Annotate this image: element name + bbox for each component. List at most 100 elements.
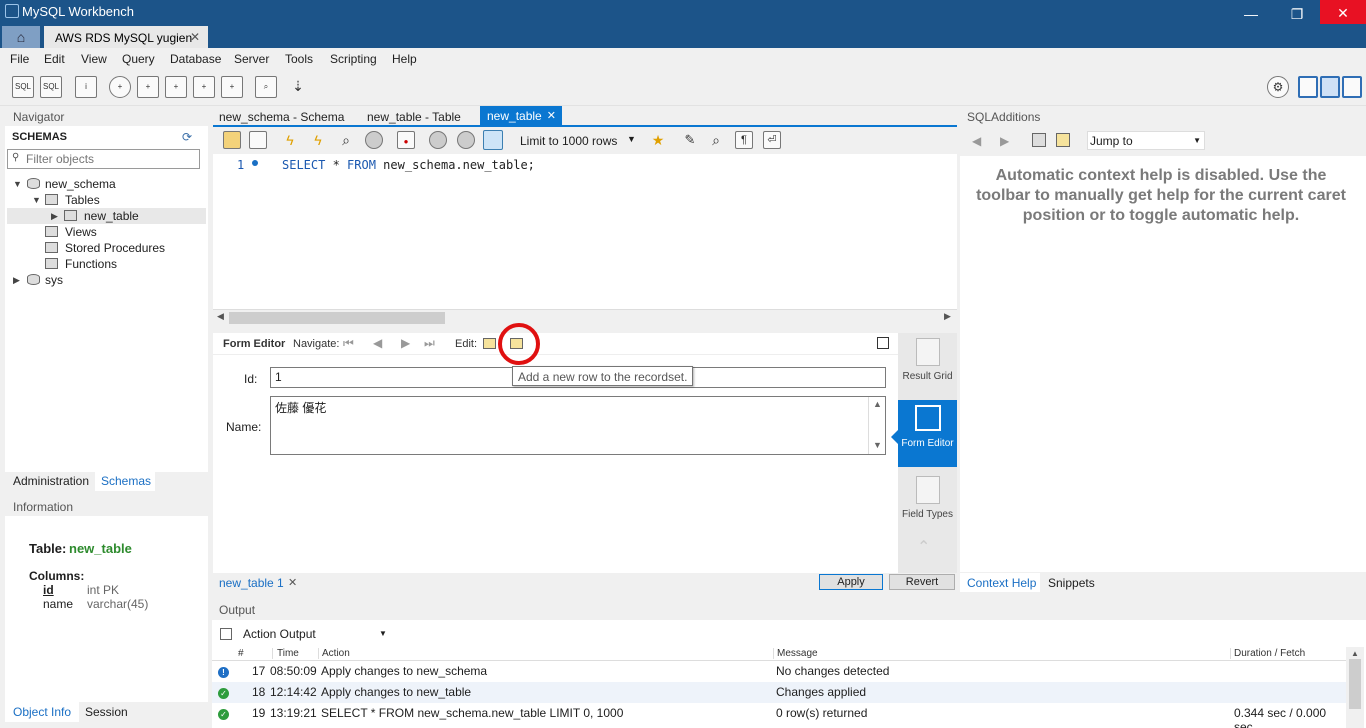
delete-row-icon[interactable] [483, 338, 496, 349]
home-tab-icon[interactable]: ⌂ [2, 26, 40, 48]
tree-stored-procedures[interactable]: Stored Procedures [65, 241, 165, 255]
output-vertical-scrollbar[interactable]: ▲ [1346, 647, 1364, 728]
inspector-icon[interactable]: i [75, 76, 97, 98]
menu-help[interactable]: Help [392, 52, 417, 66]
table-row[interactable]: ✓ 18 12:14:42 Apply changes to new_table… [212, 682, 1346, 703]
jump-to-select[interactable]: Jump to ▼ [1087, 131, 1205, 150]
first-record-icon[interactable]: ⏮ [343, 336, 354, 351]
scroll-down-icon[interactable]: ▼ [873, 440, 882, 450]
reconnect-icon[interactable]: ⇣ [287, 76, 309, 98]
close-tab-icon[interactable]: ✕ [190, 30, 200, 44]
result-grid-button[interactable]: Result Grid [898, 333, 957, 399]
create-schema-icon[interactable]: + [109, 76, 131, 98]
forward-icon[interactable]: ▶ [1000, 134, 1009, 148]
next-record-icon[interactable]: ▶ [401, 336, 410, 350]
execute-current-icon[interactable]: ϟ [309, 131, 327, 149]
autocommit-toggle-icon[interactable] [483, 130, 503, 150]
tree-views[interactable]: Views [65, 225, 97, 239]
commit-icon[interactable] [429, 131, 447, 149]
close-tab-icon[interactable]: ✕ [547, 109, 556, 122]
expand-schema-chevron-icon[interactable]: ▼ [13, 179, 22, 189]
filter-objects-input[interactable] [26, 151, 196, 167]
output-type-select[interactable]: Action Output ▼ [240, 624, 388, 643]
previous-record-icon[interactable]: ◀ [373, 336, 382, 350]
save-icon[interactable] [249, 131, 267, 149]
create-table-icon[interactable]: + [137, 76, 159, 98]
scrollbar-thumb[interactable] [229, 312, 445, 324]
name-field[interactable]: 佐藤 優花 ▲ ▼ [270, 396, 886, 455]
tree-functions[interactable]: Functions [65, 257, 117, 271]
tab-snippets[interactable]: Snippets [1048, 576, 1095, 590]
invisible-chars-icon[interactable]: ¶ [735, 131, 753, 149]
tree-tables[interactable]: Tables [65, 193, 100, 207]
tree-schema-sys[interactable]: sys [45, 273, 63, 287]
toggle-output-icon[interactable] [1320, 76, 1340, 98]
toggle-secondary-sidebar-icon[interactable] [1342, 76, 1362, 98]
tree-schema-new-schema[interactable]: new_schema [45, 177, 116, 191]
stop-icon[interactable] [365, 131, 383, 149]
scroll-right-icon[interactable]: ▶ [944, 311, 951, 322]
add-snippet-star-icon[interactable]: ★ [649, 131, 667, 149]
menu-file[interactable]: File [10, 52, 29, 66]
tab-session[interactable]: Session [85, 705, 128, 719]
create-view-icon[interactable]: + [165, 76, 187, 98]
open-sql-script-icon[interactable]: SQL [40, 76, 62, 98]
last-record-icon[interactable]: ⏭ [424, 336, 435, 351]
preferences-gear-icon[interactable]: ⚙ [1267, 76, 1289, 98]
menu-database[interactable]: Database [170, 52, 221, 66]
scroll-up-icon[interactable]: ▲ [1351, 649, 1359, 658]
tab-new-table-table[interactable]: new_table - Table [367, 106, 461, 127]
refresh-schemas-icon[interactable]: ⟳ [182, 130, 192, 144]
find-icon[interactable]: ⌕ [707, 131, 725, 149]
menu-query[interactable]: Query [122, 52, 155, 66]
expand-table-chevron-icon[interactable]: ▶ [51, 211, 58, 222]
tab-context-help[interactable]: Context Help [967, 576, 1036, 590]
scrollbar-thumb[interactable] [1349, 659, 1361, 709]
limit-dropdown-chevron-icon[interactable]: ▼ [627, 134, 636, 144]
tab-new-table-query[interactable]: new_table ✕ [480, 106, 562, 127]
menu-edit[interactable]: Edit [44, 52, 65, 66]
sql-editor[interactable] [213, 154, 957, 309]
tab-administration[interactable]: Administration [13, 474, 89, 488]
sql-statement[interactable]: SELECT * FROM new_schema.new_table; [282, 158, 535, 172]
create-procedure-icon[interactable]: + [193, 76, 215, 98]
name-field-scrollbar[interactable]: ▲ ▼ [868, 397, 885, 454]
copy-output-icon[interactable] [220, 628, 232, 640]
menu-scripting[interactable]: Scripting [330, 52, 377, 66]
expand-sys-chevron-icon[interactable]: ▶ [13, 275, 20, 286]
scroll-left-icon[interactable]: ◀ [217, 311, 224, 322]
tab-object-info[interactable]: Object Info [13, 705, 71, 719]
tab-new-schema-schema[interactable]: new_schema - Schema [219, 106, 344, 127]
menu-tools[interactable]: Tools [285, 52, 313, 66]
scroll-up-icon[interactable]: ▲ [873, 399, 882, 409]
limit-rows-select[interactable]: Limit to 1000 rows [520, 134, 617, 148]
tree-table-new-table[interactable]: new_table [84, 209, 139, 223]
menu-view[interactable]: View [81, 52, 107, 66]
column-header-time[interactable]: Time [272, 648, 299, 659]
execute-icon[interactable]: ϟ [281, 131, 299, 149]
column-header-action[interactable]: Action [318, 648, 350, 659]
column-header-message[interactable]: Message [773, 648, 818, 659]
close-result-tab-icon[interactable]: ✕ [288, 576, 297, 589]
apply-button[interactable]: Apply [819, 574, 883, 590]
auto-help-icon[interactable] [1056, 133, 1070, 147]
scroll-views-chevron-icon[interactable]: ⌃ [917, 537, 930, 557]
table-row[interactable]: ! 17 08:50:09 Apply changes to new_schem… [212, 661, 1346, 682]
create-function-icon[interactable]: + [221, 76, 243, 98]
result-tab-new-table-1[interactable]: new_table 1 [219, 576, 284, 590]
table-row[interactable]: ✓ 19 13:19:21 SELECT * FROM new_schema.n… [212, 703, 1346, 728]
revert-button[interactable]: Revert [889, 574, 955, 590]
field-types-button[interactable]: Field Types [898, 471, 957, 537]
stop-on-error-icon[interactable]: ● [397, 131, 415, 149]
rollback-icon[interactable] [457, 131, 475, 149]
new-sql-tab-icon[interactable]: SQL [12, 76, 34, 98]
manual-help-icon[interactable] [1032, 133, 1046, 147]
toggle-panel-icon[interactable] [877, 337, 889, 349]
expand-tables-chevron-icon[interactable]: ▼ [32, 195, 41, 205]
beautify-icon[interactable]: ✎ [681, 131, 699, 149]
search-table-data-icon[interactable]: ⌕ [255, 76, 277, 98]
close-button[interactable]: ✕ [1320, 0, 1366, 26]
form-editor-button[interactable]: Form Editor [898, 400, 957, 467]
menu-server[interactable]: Server [234, 52, 269, 66]
tab-schemas[interactable]: Schemas [101, 474, 151, 488]
